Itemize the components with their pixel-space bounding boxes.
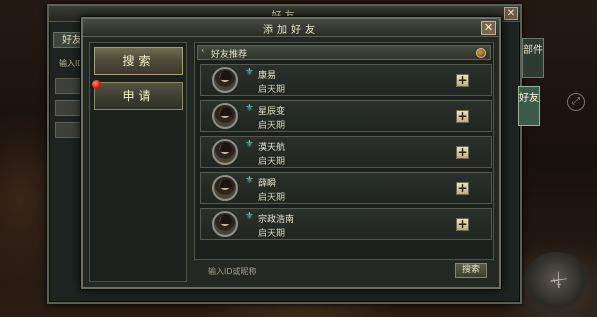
close-icon[interactable]: ✕ [481, 21, 496, 35]
section-title: 好友推荐 [211, 50, 248, 60]
recommendation-panel: ‹ 好友推荐 ⚜ 康易 启天期 + ⚜ 星辰变 启天期 + ⚜ 漠天航 启天期 … [194, 42, 494, 260]
friend-name: 宗政浩南 [258, 215, 295, 225]
side-tab-friends[interactable]: 好友 [518, 86, 540, 126]
avatar [212, 139, 238, 165]
refresh-icon[interactable] [476, 48, 486, 58]
friend-name: 星辰变 [258, 107, 286, 117]
expand-icon[interactable]: ⤢ [567, 93, 585, 111]
collapse-arrow-icon[interactable]: ‹ [201, 46, 205, 56]
search-button[interactable]: 搜索 [455, 263, 487, 278]
occupation-icon: ⚜ [245, 211, 254, 222]
dialog-left-menu: 搜索 申请 [89, 42, 187, 282]
add-friend-button[interactable]: + [456, 218, 469, 231]
friend-name: 康易 [258, 71, 277, 81]
avatar [212, 211, 238, 237]
friend-row[interactable]: ⚜ 薛瞬 启天期 + [200, 172, 492, 204]
occupation-icon: ⚜ [245, 67, 254, 78]
dialog-title: 添加好友 [263, 25, 319, 36]
friend-rank: 启天期 [258, 157, 286, 167]
add-friend-button[interactable]: + [456, 74, 469, 87]
friend-row[interactable]: ⚜ 星辰变 启天期 + [200, 100, 492, 132]
friend-name: 薛瞬 [258, 179, 277, 189]
requests-tab-label: 申请 [122, 89, 155, 103]
search-tab-button[interactable]: 搜索 [94, 47, 183, 75]
occupation-icon: ⚜ [245, 103, 254, 114]
friends-panel-row[interactable] [55, 122, 83, 138]
friend-rank: 启天期 [258, 193, 286, 203]
add-friend-button[interactable]: + [456, 146, 469, 159]
friend-rank: 启天期 [258, 229, 286, 239]
section-header: ‹ 好友推荐 [197, 45, 491, 60]
dialog-title-bar: 添加好友 ✕ [83, 19, 499, 37]
avatar [212, 67, 238, 93]
occupation-icon: ⚜ [245, 175, 254, 186]
side-tab-parts[interactable]: 部件 [522, 38, 544, 78]
friends-panel-search-placeholder[interactable]: 输入ID [59, 58, 84, 69]
notification-dot-icon [92, 80, 101, 89]
friend-name: 漠天航 [258, 143, 286, 153]
occupation-icon: ⚜ [245, 139, 254, 150]
add-friend-button[interactable]: + [456, 182, 469, 195]
add-friend-button[interactable]: + [456, 110, 469, 123]
friends-panel-close-icon[interactable]: ✕ [504, 7, 518, 20]
friend-row[interactable]: ⚜ 漠天航 启天期 + [200, 136, 492, 168]
friends-panel-row[interactable] [55, 78, 83, 94]
friend-rank: 启天期 [258, 121, 286, 131]
friend-row[interactable]: ⚜ 宗政浩南 启天期 + [200, 208, 492, 240]
friends-panel-row[interactable] [55, 100, 83, 116]
avatar [212, 103, 238, 129]
friend-row[interactable]: ⚜ 康易 启天期 + [200, 64, 492, 96]
requests-tab-button[interactable]: 申请 [92, 80, 183, 110]
avatar [212, 175, 238, 201]
search-input[interactable] [200, 264, 450, 279]
add-friend-dialog: 添加好友 ✕ 搜索 申请 ‹ 好友推荐 ⚜ 康易 启天期 + ⚜ 星辰变 启天期… [81, 17, 501, 289]
friend-rank: 启天期 [258, 85, 286, 95]
